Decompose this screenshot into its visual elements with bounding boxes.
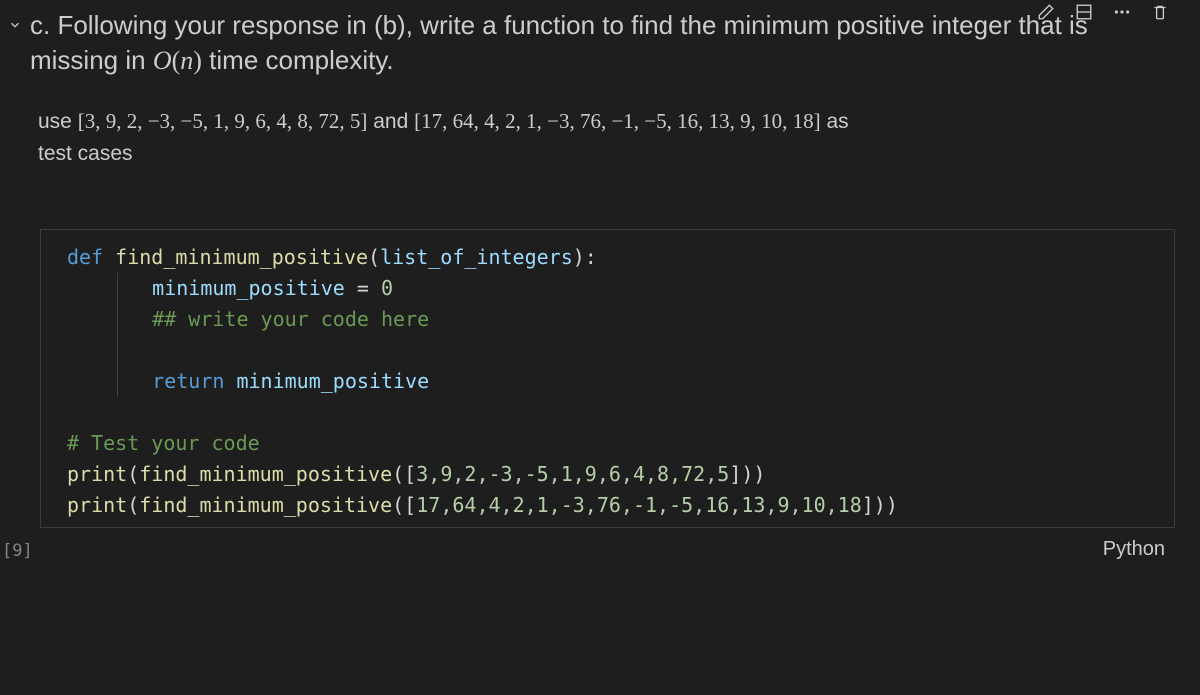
cell-toolbar xyxy=(1036,0,1170,24)
cell-footer: [9] Python xyxy=(0,532,1200,561)
split-icon[interactable] xyxy=(1074,2,1094,22)
markdown-cell[interactable]: c. Following your response in (b), write… xyxy=(0,0,1200,169)
code-cell[interactable]: def find_minimum_positive(list_of_intege… xyxy=(40,229,1175,528)
edit-icon[interactable] xyxy=(1036,2,1056,22)
delete-icon[interactable] xyxy=(1150,2,1170,22)
test-line-2: test cases xyxy=(38,142,133,165)
test-suffix-as: as xyxy=(821,110,849,133)
question-suffix: time complexity. xyxy=(202,45,394,75)
test-list-1: [3, 9, 2, −3, −5, 1, 9, 6, 4, 8, 72, 5] xyxy=(78,109,368,133)
chevron-down-icon[interactable] xyxy=(8,18,22,32)
test-mid: and xyxy=(367,110,414,133)
test-cases-text: use [3, 9, 2, −3, −5, 1, 9, 6, 4, 8, 72,… xyxy=(38,106,1180,169)
code-editor[interactable]: def find_minimum_positive(list_of_intege… xyxy=(41,230,1174,521)
language-label[interactable]: Python xyxy=(1103,538,1200,561)
test-list-2: [17, 64, 4, 2, 1, −3, 76, −1, −5, 16, 13… xyxy=(414,109,821,133)
execution-count: [9] xyxy=(2,541,33,561)
code-cell-wrapper: def find_minimum_positive(list_of_intege… xyxy=(0,229,1200,561)
question-text: c. Following your response in (b), write… xyxy=(30,8,1180,78)
test-prefix: use xyxy=(38,110,78,133)
more-icon[interactable] xyxy=(1112,2,1132,22)
big-o: O(n)O(n) xyxy=(153,46,202,75)
